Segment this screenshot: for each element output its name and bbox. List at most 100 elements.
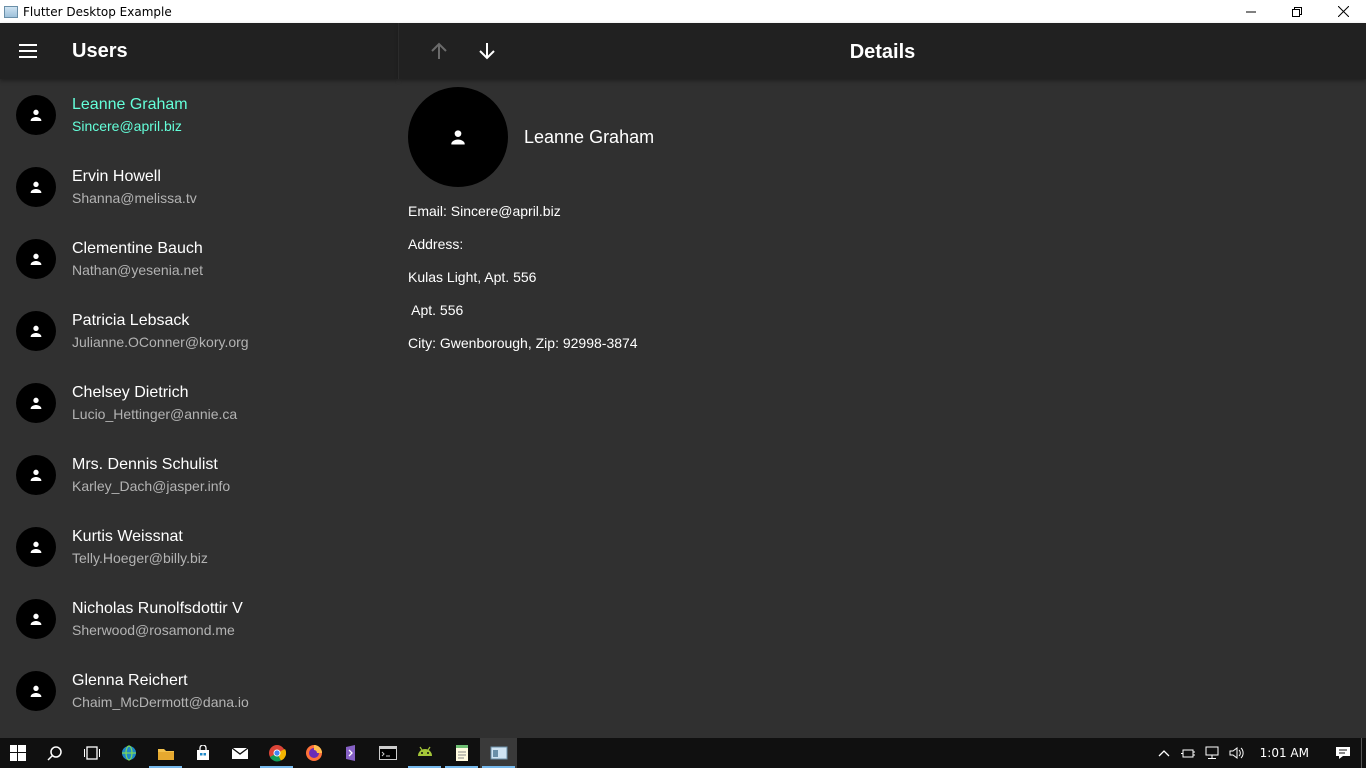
panel-divider [398,23,399,79]
taskbar-command-prompt[interactable] [369,738,406,768]
taskbar-notepad[interactable] [443,738,480,768]
taskbar-flutter-app[interactable] [480,738,517,768]
user-list-item[interactable]: Chelsey Dietrich Lucio_Hettinger@annie.c… [0,367,398,439]
user-list-item[interactable]: Leanne Graham Sincere@april.biz [0,79,398,151]
user-email: Lucio_Hettinger@annie.ca [72,405,238,422]
app-window-icon [490,746,507,760]
show-hidden-icons-button[interactable] [1152,738,1176,768]
person-icon [30,397,42,409]
window-title: Flutter Desktop Example [23,4,172,19]
taskbar-clock[interactable]: 1:01 AM [1260,746,1309,760]
avatar [16,95,56,135]
search-icon [46,746,62,761]
start-button[interactable] [0,738,36,768]
minimize-button[interactable] [1228,0,1274,23]
user-email: Nathan@yesenia.net [72,261,203,278]
person-icon [30,325,42,337]
folder-icon [157,748,174,760]
person-icon [30,541,42,553]
taskbar-visual-studio[interactable] [332,738,369,768]
taskbar-app-globe[interactable] [110,738,147,768]
avatar [16,671,56,711]
network-icon [1205,746,1219,759]
details-appbar: Details [399,23,1366,79]
user-list[interactable]: Leanne Graham Sincere@april.biz Ervin Ho… [0,79,398,738]
user-email: Sherwood@rosamond.me [72,621,235,638]
menu-button[interactable] [0,23,56,79]
avatar [16,455,56,495]
user-email: Sincere@april.biz [72,117,182,134]
avatar [16,167,56,207]
user-email: Shanna@melissa.tv [72,189,197,206]
person-icon [30,253,42,265]
user-name: Ervin Howell [72,167,161,185]
app-icon [4,5,18,18]
user-list-item[interactable]: Kurtis Weissnat Telly.Hoeger@billy.biz [0,511,398,583]
restore-button[interactable] [1274,0,1320,23]
avatar [16,599,56,639]
user-list-item[interactable]: Clementine Bauch Nathan@yesenia.net [0,223,398,295]
taskbar-store[interactable] [184,738,221,768]
details-suite: Apt. 556 [408,302,464,318]
search-button[interactable] [36,738,73,768]
chevron-up-icon [1158,750,1170,757]
taskbar-file-explorer[interactable] [147,738,184,768]
details-avatar [408,87,508,187]
details-panel: Leanne Graham Email: Sincere@april.biz A… [408,87,1348,366]
windows-logo-icon [10,745,26,761]
user-email: Telly.Hoeger@billy.biz [72,549,208,566]
details-email: Email: Sincere@april.biz [408,203,561,219]
details-street: Kulas Light, Apt. 556 [408,269,537,285]
user-email: Julianne.OConner@kory.org [72,333,249,350]
user-name: Glenna Reichert [72,671,188,689]
task-view-button[interactable] [73,738,110,768]
user-list-item[interactable]: Ervin Howell Shanna@melissa.tv [0,151,398,223]
hamburger-menu-icon [19,44,37,58]
command-prompt-icon [378,746,397,760]
minimize-icon [1246,11,1256,12]
firefox-icon [305,745,322,761]
speaker-icon [1229,747,1244,759]
close-icon [1337,6,1349,17]
android-icon [417,746,432,756]
user-name: Kurtis Weissnat [72,527,183,545]
details-city-zip: City: Gwenborough, Zip: 92998-3874 [408,335,638,351]
visual-studio-icon [345,745,355,761]
store-bag-icon [196,745,209,760]
taskbar-firefox[interactable] [295,738,332,768]
user-name: Nicholas Runolfsdottir V [72,599,243,617]
mail-icon [231,746,248,759]
users-appbar: Users [0,23,398,79]
person-icon [30,109,42,121]
user-list-item[interactable]: Nicholas Runolfsdottir V Sherwood@rosamo… [0,583,398,655]
previous-user-button[interactable] [415,27,463,75]
user-email: Chaim_McDermott@dana.io [72,693,249,710]
show-desktop-button[interactable] [1361,738,1366,768]
tray-power[interactable] [1176,738,1200,768]
person-icon [30,469,42,481]
close-button[interactable] [1320,0,1366,23]
user-name: Leanne Graham [72,95,188,113]
user-list-item[interactable]: Glenna Reichert Chaim_McDermott@dana.io [0,655,398,727]
person-icon [30,181,42,193]
taskbar-chrome[interactable] [258,738,295,768]
user-list-item[interactable]: Patricia Lebsack Julianne.OConner@kory.o… [0,295,398,367]
notification-icon [1336,747,1350,759]
taskbar-android-studio[interactable] [406,738,443,768]
avatar [16,311,56,351]
user-list-item[interactable]: Mrs. Dennis Schulist Karley_Dach@jasper.… [0,439,398,511]
power-plug-icon [1180,749,1195,758]
avatar [16,527,56,567]
taskbar: 1:01 AM [0,738,1366,768]
person-icon [30,613,42,625]
tray-network[interactable] [1200,738,1224,768]
next-user-button[interactable] [463,27,511,75]
users-title: Users [72,39,128,62]
task-view-icon [83,746,100,760]
user-name: Chelsey Dietrich [72,383,189,401]
action-center-button[interactable] [1325,738,1361,768]
avatar [16,383,56,423]
taskbar-mail[interactable] [221,738,258,768]
tray-volume[interactable] [1224,738,1248,768]
restore-icon [1292,6,1302,17]
